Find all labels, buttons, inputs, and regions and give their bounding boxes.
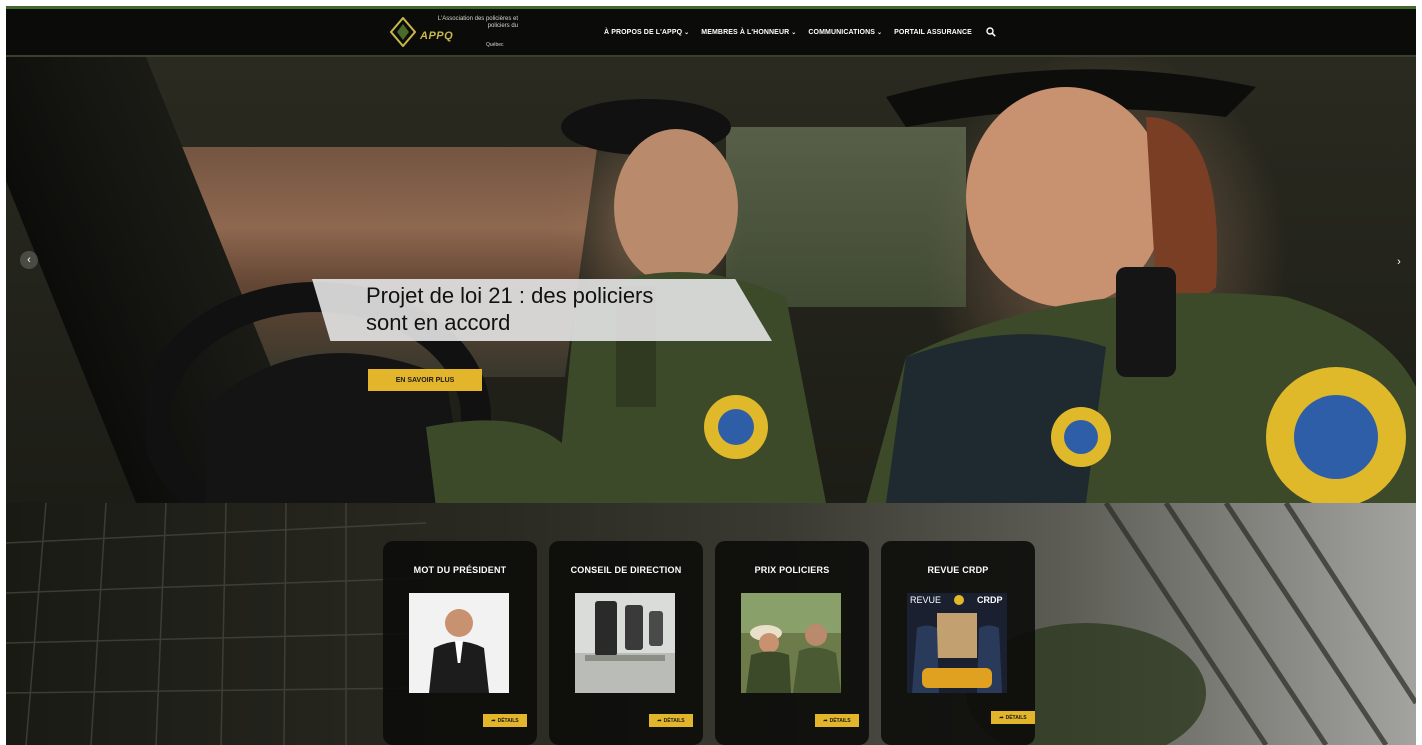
boardroom-photo[interactable] — [575, 593, 675, 693]
chevron-down-icon: ⌄ — [684, 29, 690, 36]
card-details-button[interactable]: ➦ DÉTAILS — [815, 714, 859, 727]
feature-section: MOT DU PRÉSIDENT ➦ DÉTAILS CONSEIL DE DI… — [6, 503, 1416, 745]
president-photo[interactable] — [409, 593, 509, 693]
magazine-cover[interactable]: REVUE CRDP — [907, 593, 1007, 693]
nav-item-label: PORTAIL ASSURANCE — [894, 28, 972, 36]
hero-slider: Projet de loi 21 : des policiers sont en… — [6, 57, 1416, 503]
share-arrow-icon: ➦ — [657, 717, 662, 724]
magazine-cover-title-left: REVUE — [910, 595, 941, 605]
magazine-cover-title-right: CRDP — [977, 595, 1003, 605]
nav-item-communications[interactable]: COMMUNICATIONS ⌄ — [808, 29, 882, 36]
main-nav: À PROPOS DE L'APPQ ⌄ MEMBRES À L'HONNEUR… — [604, 27, 996, 37]
card-title: CONSEIL DE DIRECTION — [570, 565, 682, 575]
card-board: CONSEIL DE DIRECTION ➦ DÉTAILS — [549, 541, 703, 745]
logo-place: Québec — [486, 42, 504, 48]
share-arrow-icon: ➦ — [823, 717, 828, 724]
hero-title-line1: Projet de loi 21 : des policiers — [366, 283, 654, 308]
card-magazine: REVUE CRDP REVUE CRDP ➦ DÉTAILS — [881, 541, 1035, 745]
search-icon[interactable] — [986, 27, 996, 37]
hero-learn-more-button[interactable]: EN SAVOIR PLUS — [368, 369, 482, 391]
share-arrow-icon: ➦ — [491, 717, 496, 724]
card-details-button[interactable]: ➦ DÉTAILS — [649, 714, 693, 727]
card-details-button[interactable]: ➦ DÉTAILS — [991, 711, 1035, 724]
card-button-label: DÉTAILS — [829, 717, 851, 724]
card-awards: PRIX POLICIERS ➦ DÉTAILS — [715, 541, 869, 745]
hero-title-line2: sont en accord — [366, 310, 511, 335]
site-logo[interactable]: L'Association des policières et policier… — [390, 13, 522, 51]
logo-emblem-icon — [390, 17, 416, 47]
chevron-down-icon: ⌄ — [877, 29, 883, 36]
card-button-label: DÉTAILS — [663, 717, 685, 724]
chevron-left-icon[interactable]: ‹ — [20, 251, 38, 269]
nav-item-label: COMMUNICATIONS — [808, 28, 876, 36]
card-button-label: DÉTAILS — [1005, 714, 1027, 721]
nav-item-members[interactable]: MEMBRES À L'HONNEUR ⌄ — [701, 29, 796, 36]
page-frame: L'Association des policières et policier… — [6, 6, 1416, 745]
site-header: L'Association des policières et policier… — [6, 9, 1416, 57]
card-title: MOT DU PRÉSIDENT — [413, 565, 507, 575]
chevron-right-icon[interactable]: › — [1390, 253, 1408, 271]
officers-photo[interactable] — [741, 593, 841, 693]
card-title: PRIX POLICIERS — [754, 565, 830, 575]
card-details-button[interactable]: ➦ DÉTAILS — [483, 714, 527, 727]
logo-association-text: L'Association des policières et policier… — [437, 16, 518, 29]
background-building-pattern — [6, 503, 1416, 745]
chevron-down-icon: ⌄ — [791, 29, 797, 36]
nav-item-label: À PROPOS DE L'APPQ — [604, 28, 683, 36]
card-president: MOT DU PRÉSIDENT ➦ DÉTAILS — [383, 541, 537, 745]
hero-title: Projet de loi 21 : des policiers sont en… — [366, 282, 766, 336]
card-button-label: DÉTAILS — [497, 717, 519, 724]
hero-officer-female-illustration — [866, 69, 1416, 503]
share-arrow-icon: ➦ — [999, 714, 1004, 721]
nav-item-insurance-portal[interactable]: PORTAIL ASSURANCE — [894, 29, 972, 36]
nav-item-about[interactable]: À PROPOS DE L'APPQ ⌄ — [604, 29, 689, 36]
logo-name: APPQ — [420, 30, 454, 42]
nav-item-label: MEMBRES À L'HONNEUR — [701, 28, 790, 36]
card-title: REVUE CRDP — [927, 565, 989, 575]
